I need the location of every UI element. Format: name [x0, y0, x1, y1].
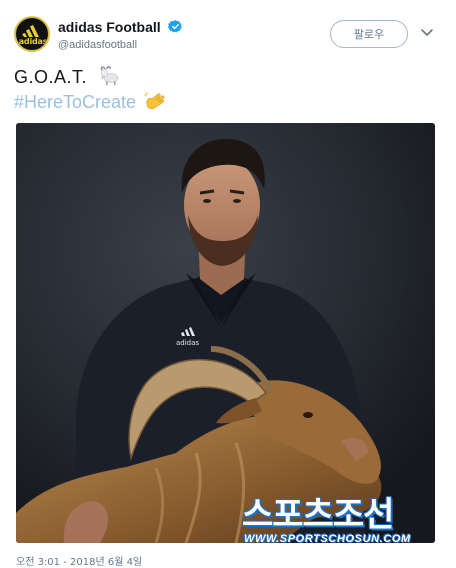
tweet-text: G.O.A.T. [14, 67, 88, 87]
tweet-line-1: G.O.A.T. [14, 65, 434, 90]
verified-badge-icon [168, 20, 183, 33]
adidas-logo-icon [22, 25, 39, 37]
display-name[interactable]: adidas Football [58, 19, 161, 35]
avatar-label: adidas [18, 37, 48, 46]
chevron-down-icon[interactable] [420, 28, 434, 38]
shirt-logo-text: adidas [176, 339, 199, 347]
hashtag-link[interactable]: #HereToCreate [14, 90, 136, 115]
account-names: adidas Football @adidasfootball [58, 18, 183, 51]
photo-image: adidas [16, 123, 435, 543]
tweet-body: G.O.A.T. #HereToCreate [14, 65, 434, 115]
watermark-logo: 스포츠조선 [242, 495, 394, 535]
watermark-url: WWW.SPORTSCHOSUN.COM [244, 533, 411, 545]
tweet-photo[interactable]: adidas [16, 123, 435, 543]
avatar[interactable]: adidas [14, 16, 50, 52]
tweet-line-2: #HereToCreate [14, 90, 434, 115]
follow-button[interactable]: 팔로우 [330, 20, 408, 48]
timestamp[interactable]: 오전 3:01 - 2018년 6월 4일 [16, 553, 142, 568]
goat-emoji [100, 66, 119, 85]
wave-emoji [144, 92, 165, 110]
handle[interactable]: @adidasfootball [58, 39, 183, 51]
tweet-header: adidas adidas Football @adidasfootball 팔… [14, 16, 442, 56]
